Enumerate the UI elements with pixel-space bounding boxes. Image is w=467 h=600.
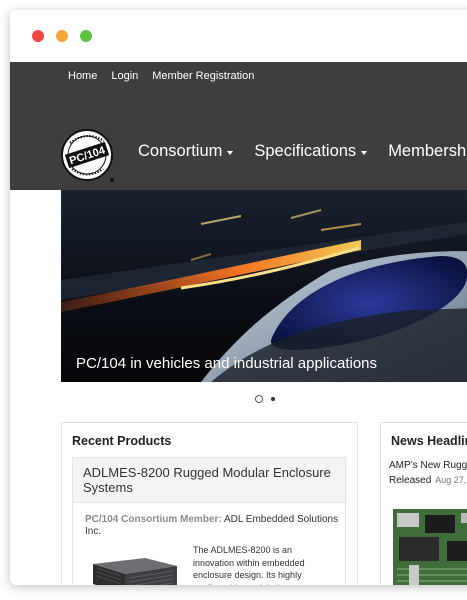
chevron-down-icon [227,150,234,155]
product-card[interactable]: ADLMES-8200 Rugged Modular Enclosure Sys… [72,457,346,585]
news-item[interactable]: AMP’s New Rugge Released Aug 27, [389,458,467,488]
hero-image [61,190,467,382]
nav-specifications-label: Specifications [254,142,357,160]
product-image[interactable] [85,546,180,585]
product-name-link[interactable]: ADLMES-8200 Rugged Modular Enclosure Sys… [73,458,345,503]
zoom-window-button[interactable] [80,30,92,42]
pc104-logo[interactable]: PC/104 [60,128,116,184]
nav-membership[interactable]: Membership [388,142,467,161]
member-registration-link[interactable]: Member Registration [152,70,254,82]
news-panel: News Headlin AMP’s New Rugge Released Aug… [380,422,467,585]
product-description: The ADLMES-8200 is an innovation within … [193,545,305,585]
slide-dot-2[interactable] [271,397,275,401]
browser-window: Home Login Member Registration PC/104 Co… [10,10,467,585]
nav-consortium[interactable]: Consortium [138,142,234,161]
nav-consortium-label: Consortium [138,142,223,160]
news-image[interactable] [389,503,467,585]
site-header: Home Login Member Registration PC/104 Co… [10,62,467,190]
hero-slide[interactable]: PC/104 in vehicles and industrial applic… [61,190,467,382]
window-titlebar [10,10,467,62]
hero-caption: PC/104 in vehicles and industrial applic… [76,355,378,372]
close-window-button[interactable] [32,30,44,42]
news-item-title-line2[interactable]: Released [389,475,431,486]
login-link[interactable]: Login [111,70,138,82]
recent-products-title: Recent Products [72,434,172,448]
top-nav: Home Login Member Registration [68,70,254,82]
slider-pager [10,395,467,403]
member-info: PC/104 Consortium Member: ADL Embedded S… [85,514,340,538]
slide-dot-1[interactable] [255,395,263,403]
minimize-window-button[interactable] [56,30,68,42]
news-item-title-line1[interactable]: AMP’s New Rugge [389,458,467,473]
member-label: PC/104 Consortium Member: [85,514,222,525]
news-title: News Headlin [391,434,467,448]
nav-membership-label: Membership [388,142,467,160]
chevron-down-icon [361,150,368,155]
main-nav: Consortium Specifications Membership [138,142,467,161]
recent-products-panel: Recent Products ADLMES-8200 Rugged Modul… [61,422,358,585]
nav-specifications[interactable]: Specifications [254,142,368,161]
home-link[interactable]: Home [68,70,97,82]
news-item-date: Aug 27, [435,475,467,485]
